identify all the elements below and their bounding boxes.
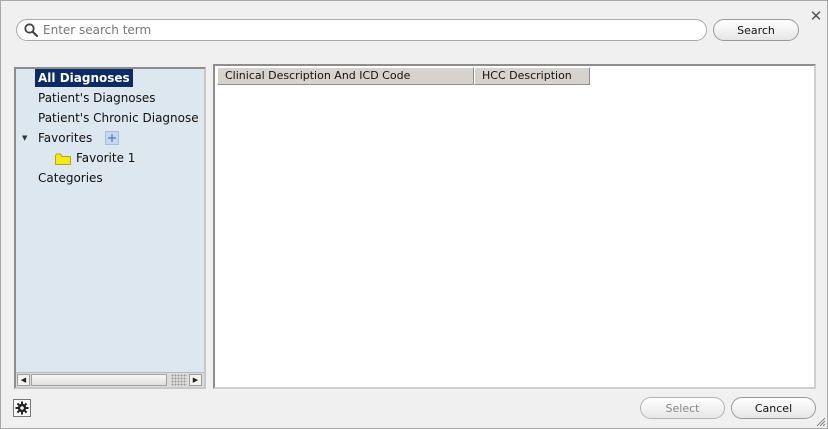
gear-icon[interactable] xyxy=(13,399,31,417)
tree-item-favorite-1[interactable]: Favorite 1 xyxy=(73,149,138,167)
folder-icon xyxy=(55,153,71,165)
scroll-left-icon[interactable]: ◀ xyxy=(17,374,30,386)
cancel-button[interactable]: Cancel xyxy=(731,397,816,419)
tree-item-patients-diagnoses[interactable]: Patient's Diagnoses xyxy=(35,89,159,107)
close-icon[interactable]: ✕ xyxy=(807,7,825,25)
results-grid: Clinical Description And ICD Code HCC De… xyxy=(213,64,816,389)
grid-header: Clinical Description And ICD Code HCC De… xyxy=(217,67,590,85)
scrollbar-grip xyxy=(171,374,187,386)
tree-item-favorites[interactable]: Favorites xyxy=(35,129,95,147)
plus-icon[interactable] xyxy=(105,131,119,145)
column-header-hcc-description[interactable]: HCC Description xyxy=(474,67,590,85)
tree-item-categories[interactable]: Categories xyxy=(35,169,106,187)
tree-item-patients-chronic-diagnoses[interactable]: Patient's Chronic Diagnose xyxy=(35,109,202,127)
select-button[interactable]: Select xyxy=(640,397,725,419)
resize-grip-icon[interactable] xyxy=(815,416,826,427)
tree-item-all-diagnoses[interactable]: All Diagnoses xyxy=(35,69,133,87)
category-tree: All Diagnoses Patient's Diagnoses Patien… xyxy=(14,67,206,389)
diagnosis-search-dialog: ✕ Search All Diagnoses Patient's Diagnos… xyxy=(0,0,828,429)
column-header-clinical-description[interactable]: Clinical Description And ICD Code xyxy=(217,67,474,85)
scroll-right-icon[interactable]: ▶ xyxy=(189,374,202,386)
search-input[interactable] xyxy=(43,21,706,39)
scrollbar-thumb[interactable] xyxy=(31,374,167,386)
search-icon xyxy=(23,22,39,38)
search-button[interactable]: Search xyxy=(713,19,799,41)
tree-horizontal-scrollbar[interactable]: ◀ ▶ xyxy=(16,372,204,387)
expand-arrow-icon[interactable]: ▼ xyxy=(22,134,27,142)
search-field[interactable] xyxy=(16,19,707,41)
